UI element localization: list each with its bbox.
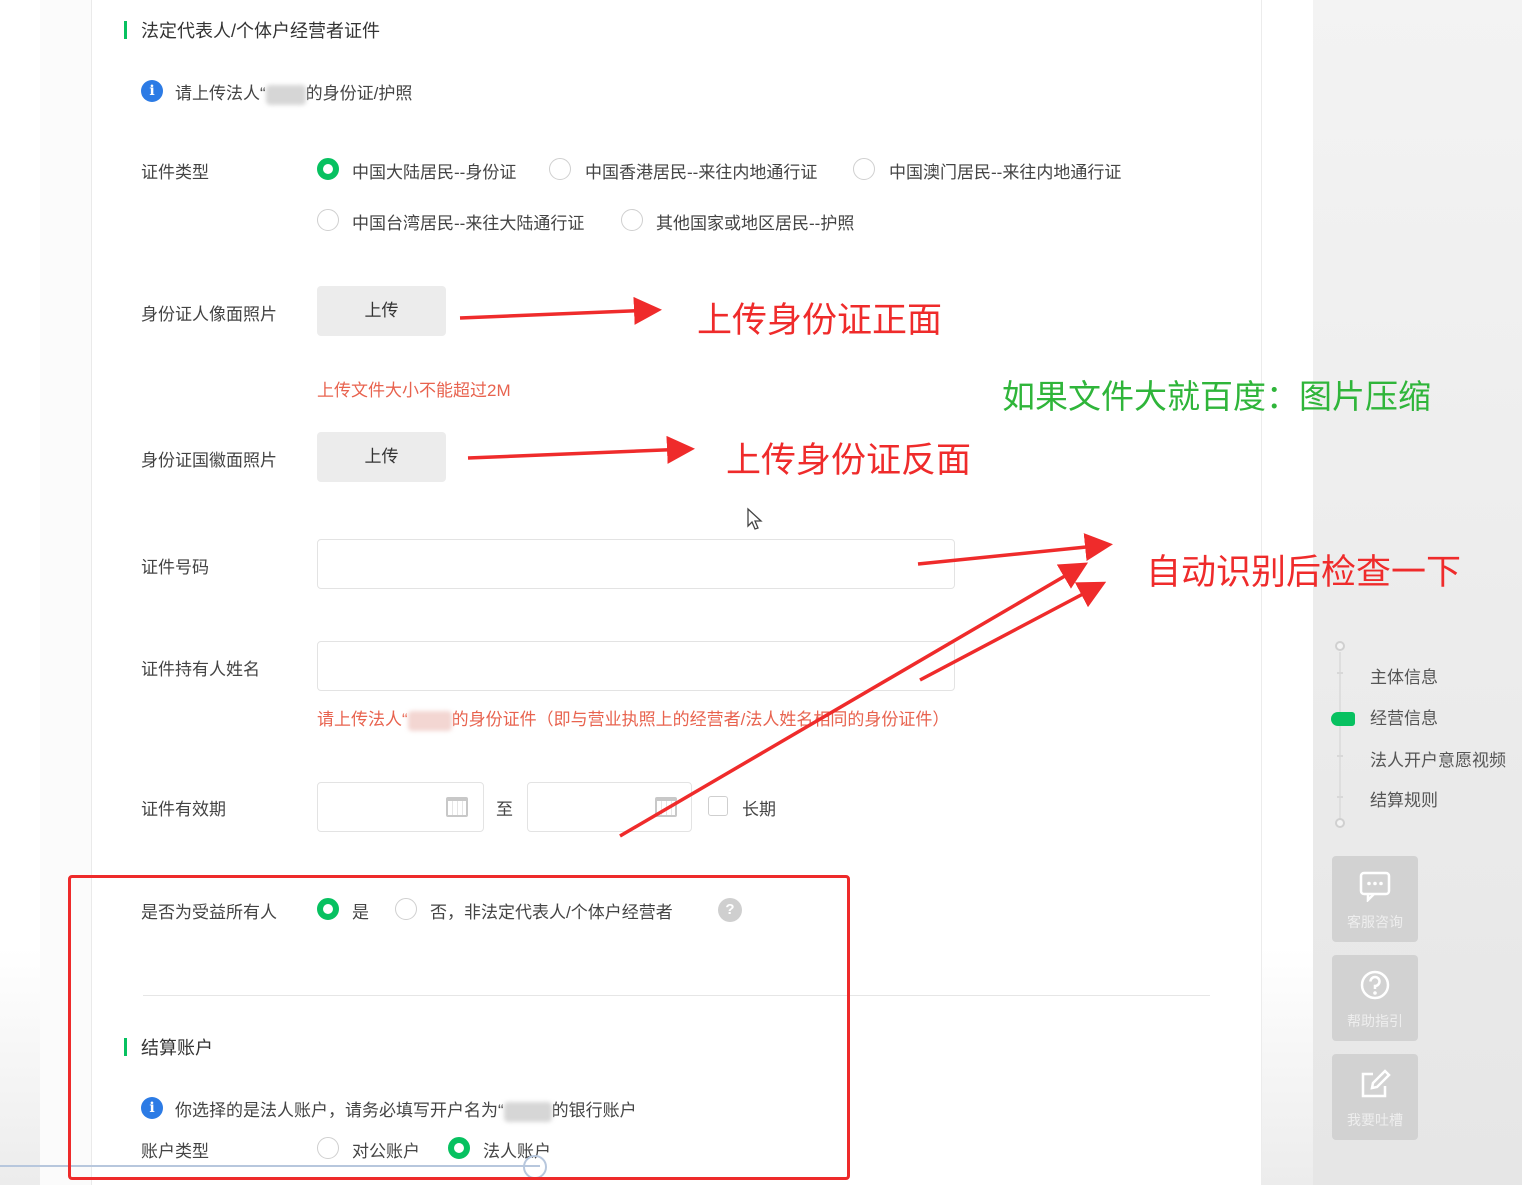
radio-taiwan-permit[interactable] (317, 209, 339, 231)
holder-name-label: 证件持有人姓名 (141, 660, 260, 679)
calendar-icon[interactable] (446, 797, 468, 817)
step-tick (1337, 796, 1343, 798)
annotation-upload-front: 上传身份证正面 (697, 301, 943, 341)
feedback-button[interactable]: 我要吐槽 (1332, 1054, 1418, 1140)
id-front-label: 身份证人像面照片 (141, 305, 277, 324)
annotation-check: 自动识别后检查一下 (1146, 553, 1462, 593)
step-subject-info[interactable]: 主体信息 (1370, 663, 1438, 688)
radio-hongkong-permit[interactable] (549, 158, 571, 180)
edit-icon (1359, 1068, 1391, 1100)
redacted-name (407, 710, 452, 731)
mouse-cursor-icon (747, 507, 763, 530)
long-term-checkbox[interactable] (708, 796, 728, 816)
holder-name-input[interactable] (317, 641, 955, 691)
radio-macao-permit[interactable] (853, 158, 875, 180)
radio-passport-label[interactable]: 其他国家或地区居民--护照 (656, 209, 854, 234)
radio-hongkong-permit-label[interactable]: 中国香港居民--来往内地通行证 (585, 158, 817, 183)
id-type-label: 证件类型 (141, 163, 209, 182)
section-marker (124, 21, 127, 39)
help-guide-button[interactable]: 帮助指引 (1332, 955, 1418, 1041)
validity-separator: 至 (496, 800, 513, 819)
radio-passport[interactable] (621, 209, 643, 231)
info-icon: i (141, 80, 163, 102)
section-title-legal: 法定代表人/个体户经营者证件 (141, 21, 380, 41)
radio-macao-permit-label[interactable]: 中国澳门居民--来往内地通行证 (889, 158, 1121, 183)
legal-notice: 请上传法人“ 的身份证/护照 (175, 84, 413, 105)
file-size-hint: 上传文件大小不能超过2M (317, 381, 511, 400)
id-number-label: 证件号码 (141, 558, 209, 577)
long-term-label[interactable]: 长期 (742, 795, 776, 820)
radio-mainland-id-label[interactable]: 中国大陆居民--身份证 (352, 158, 516, 183)
highlight-box (68, 875, 850, 1180)
steps-line (1339, 652, 1341, 820)
radio-taiwan-permit-label[interactable]: 中国台湾居民--来往大陆通行证 (352, 209, 584, 234)
step-legal-video[interactable]: 法人开户意愿视频 (1370, 746, 1506, 771)
id-number-input[interactable] (317, 539, 955, 589)
step-tick (1337, 672, 1343, 674)
step-tick (1337, 755, 1343, 757)
annotation-compress: 如果文件大就百度：图片压缩 (1002, 377, 1431, 416)
calendar-icon[interactable] (655, 797, 677, 817)
customer-service-button[interactable]: 客服咨询 (1332, 856, 1418, 942)
chat-icon (1359, 870, 1391, 904)
step-end-dot (1335, 818, 1345, 828)
step-business-info[interactable]: 经营信息 (1370, 704, 1438, 729)
active-step-marker (1331, 712, 1355, 726)
step-start-dot (1335, 641, 1345, 651)
help-guide-label: 帮助指引 (1347, 1013, 1403, 1029)
radio-mainland-id[interactable] (317, 158, 339, 180)
customer-service-label: 客服咨询 (1347, 914, 1403, 930)
step-settlement-rules[interactable]: 结算规则 (1370, 786, 1438, 811)
holder-name-hint: 请上传法人“ 的身份证件（即与营业执照上的经营者/法人姓名相同的身份证件） (317, 710, 950, 731)
upload-front-button[interactable]: 上传 (317, 286, 446, 336)
feedback-label: 我要吐槽 (1347, 1112, 1403, 1128)
question-icon (1359, 969, 1391, 1001)
redacted-name (265, 84, 306, 105)
id-back-label: 身份证国徽面照片 (141, 451, 277, 470)
upload-back-button[interactable]: 上传 (317, 432, 446, 482)
annotation-upload-back: 上传身份证反面 (726, 441, 972, 481)
validity-label: 证件有效期 (141, 800, 226, 819)
